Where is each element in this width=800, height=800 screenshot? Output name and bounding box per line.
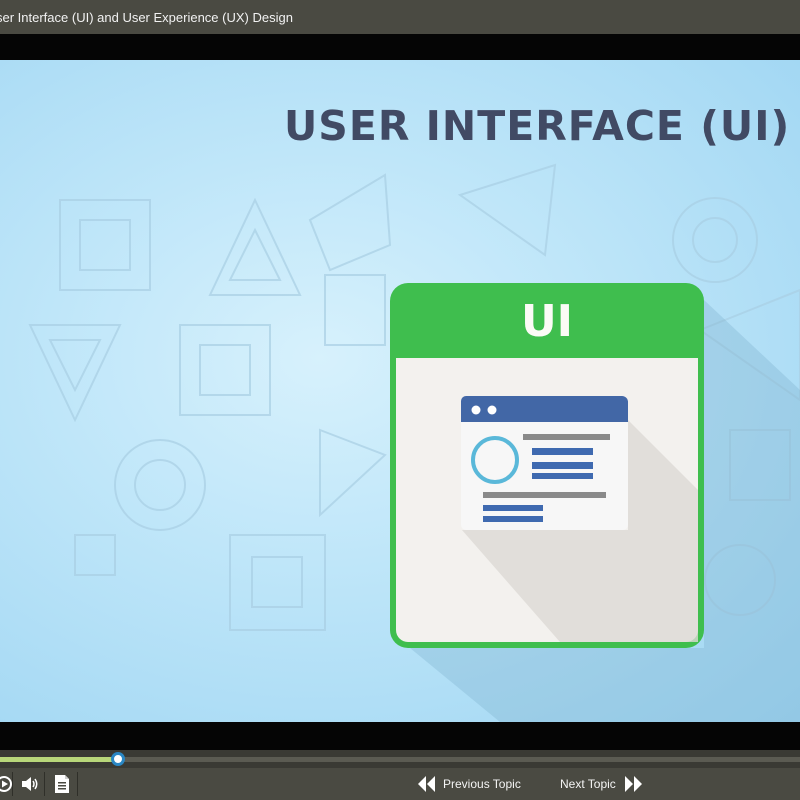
window-title-bar: ser Interface (UI) and User Experience (… (0, 0, 800, 34)
ui-card-illustration (390, 283, 800, 722)
document-icon[interactable] (52, 774, 72, 794)
player-controls: Previous Topic Next Topic (0, 768, 800, 800)
rewind-icon (418, 776, 435, 792)
window-title: ser Interface (UI) and User Experience (… (0, 9, 293, 25)
next-topic-button[interactable]: Next Topic (560, 772, 643, 796)
fast-forward-icon (624, 776, 642, 792)
previous-topic-label: Previous Topic (443, 777, 521, 791)
progress-handle[interactable] (111, 752, 125, 766)
previous-topic-button[interactable]: Previous Topic (417, 772, 521, 796)
next-topic-label: Next Topic (560, 777, 616, 791)
separator (77, 772, 78, 796)
progress-bar[interactable] (0, 750, 800, 768)
volume-icon[interactable] (20, 774, 40, 794)
card-label: UI (520, 296, 574, 347)
progress-fill (0, 757, 118, 762)
separator (44, 772, 45, 796)
slide-frame: USER INTERFACE (UI) UI (0, 60, 800, 722)
separator (12, 772, 13, 796)
